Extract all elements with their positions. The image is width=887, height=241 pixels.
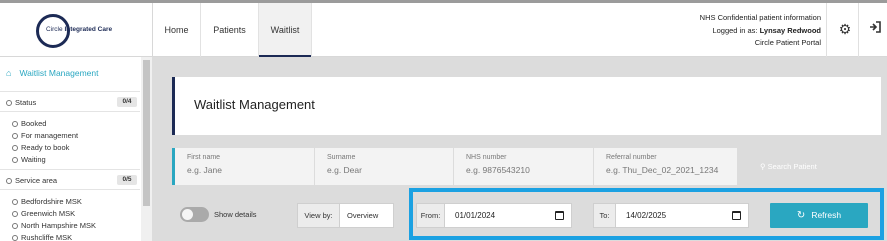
item-label: Bedfordshire MSK [21,197,82,206]
divider [0,111,140,112]
page-title: Waitlist Management [194,97,315,112]
search-button-label: Search Patient [767,162,817,171]
referral-number-field[interactable]: Referral number [594,148,738,185]
show-details-label: Show details [214,210,257,219]
surname-field[interactable]: Surname [315,148,454,185]
group-label: Service area [15,176,58,185]
status-item-booked[interactable]: Booked [12,119,46,128]
user-name: Lynsay Redwood [759,25,821,35]
sidebar-title[interactable]: ⌂ Waitlist Management [6,68,99,78]
view-by-value: Overview [347,211,379,220]
sidebar-group-status[interactable]: Status [6,98,36,107]
logo-integrated-text: Integrated Care [64,26,113,33]
sign-out-icon[interactable] [864,18,886,40]
tab-patients[interactable]: Patients [201,3,259,57]
view-by-label: View by: [298,204,340,227]
circle-logo[interactable]: Circle Integrated Care [36,14,118,48]
status-item-waiting[interactable]: Waiting [12,155,46,164]
radio-icon[interactable] [12,211,18,218]
show-details-toggle[interactable] [180,207,209,222]
patient-search-bar: First name Surname NHS number Referral n… [172,148,884,185]
service-item-rushcliffe[interactable]: Rushcliffe MSK [12,233,72,241]
first-name-label: First name [187,154,221,161]
first-name-field[interactable]: First name [175,148,315,185]
item-label: Waiting [21,155,46,164]
item-label: Greenwich MSK [21,209,76,218]
nhs-number-label: NHS number [466,154,507,161]
nhs-number-field[interactable]: NHS number [454,148,594,185]
item-label: North Hampshire MSK [21,221,97,230]
group-label: Status [15,98,37,107]
search-icon: ⚲ [760,162,766,171]
status-item-ready-to-book[interactable]: Ready to book [12,143,69,152]
search-patient-button[interactable]: ⚲ Search Patient [738,148,884,185]
sidebar-title-label: Waitlist Management [19,68,99,78]
page-title-card: Waitlist Management [172,77,881,135]
tab-home[interactable]: Home [153,3,201,57]
item-label: For management [21,131,79,140]
confidential-notice: NHS Confidential patient information [699,13,821,22]
status-item-for-management[interactable]: For management [12,131,78,140]
radio-icon[interactable] [12,145,18,152]
logo-text: Circle Integrated Care [46,26,112,33]
nhs-number-input[interactable] [466,165,584,175]
radio-icon[interactable] [12,235,18,241]
home-icon: ⌂ [6,68,12,78]
radio-icon[interactable] [12,121,18,128]
highlight-box [409,188,884,240]
icon-separator [826,3,827,57]
service-item-bedfordshire[interactable]: Bedfordshire MSK [12,197,82,206]
tab-waitlist[interactable]: Waitlist [259,3,312,57]
user-info: NHS Confidential patient information Log… [700,12,821,50]
item-label: Booked [21,119,47,128]
sign-out-glyph [870,21,881,33]
view-by-select[interactable]: View by: Overview [297,203,394,228]
radio-icon[interactable] [12,133,18,140]
item-label: Rushcliffe MSK [21,233,73,241]
divider [0,91,140,92]
gear-icon[interactable]: ⚙ [834,18,856,40]
status-count-badge: 0/4 [117,97,137,107]
radio-icon[interactable] [12,157,18,164]
divider [0,189,140,190]
service-item-north-hampshire[interactable]: North Hampshire MSK [12,221,96,230]
first-name-input[interactable] [187,165,305,175]
portal-name: Circle Patient Portal [754,38,821,47]
radio-icon[interactable] [6,178,12,185]
logged-in-line: Logged in as: Lynsay Redwood [700,25,821,38]
item-label: Ready to book [21,143,70,152]
referral-number-label: Referral number [606,154,657,161]
divider [0,169,140,170]
radio-icon[interactable] [12,199,18,206]
referral-number-input[interactable] [606,165,736,175]
sidebar-scroll-thumb[interactable] [143,60,150,206]
service-item-greenwich[interactable]: Greenwich MSK [12,209,75,218]
icon-separator [858,3,859,57]
logo-circle-text: Circle [46,26,63,33]
radio-icon[interactable] [12,223,18,230]
surname-label: Surname [327,154,356,161]
surname-input[interactable] [327,165,445,175]
service-area-count-badge: 0/5 [117,175,137,185]
logged-in-label: Logged in as: [712,25,758,35]
sidebar-group-service-area[interactable]: Service area [6,176,57,185]
radio-icon[interactable] [6,100,12,107]
